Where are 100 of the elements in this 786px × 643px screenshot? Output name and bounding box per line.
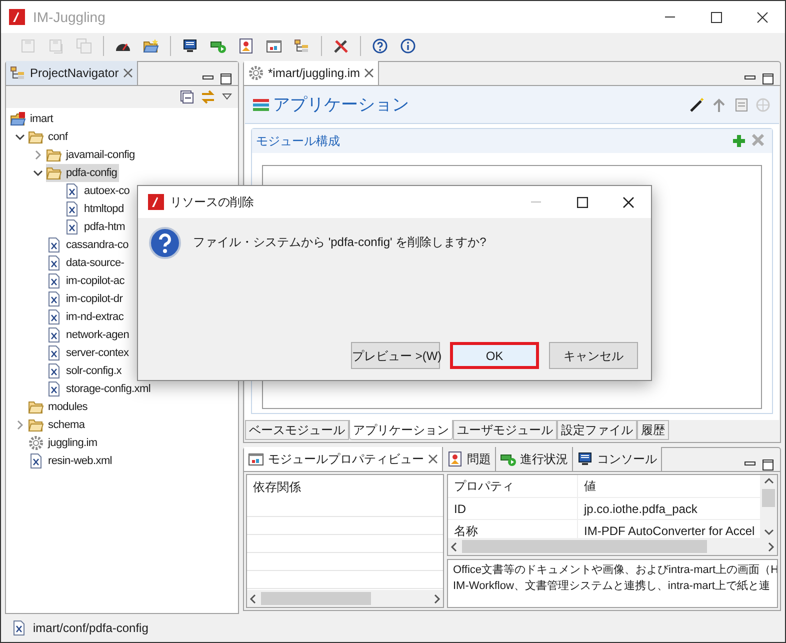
window-icon <box>266 38 282 54</box>
tree-item[interactable]: modules <box>28 398 90 416</box>
gear-icon <box>28 435 44 451</box>
maximize-icon[interactable] <box>220 73 232 85</box>
tree-item[interactable]: pdfa-htm <box>64 218 128 236</box>
close-icon[interactable] <box>428 454 438 464</box>
editor-page-tab[interactable]: ユーザモジュール <box>453 420 557 440</box>
close-icon[interactable] <box>364 68 374 78</box>
chevron-right-icon[interactable] <box>35 150 41 160</box>
tree-item[interactable]: data-source- <box>46 254 126 272</box>
tree-item[interactable]: cassandra-co <box>46 236 130 254</box>
close-icon <box>622 196 634 208</box>
monitor-icon <box>577 451 593 467</box>
question-icon <box>149 227 181 259</box>
tree-item[interactable]: solr-config.x <box>46 362 124 380</box>
arrow-up-icon[interactable] <box>711 96 727 112</box>
tree-item[interactable]: htmltopd <box>64 200 126 218</box>
hierarchy-icon <box>10 65 26 81</box>
xml-file-icon <box>46 291 62 307</box>
horizontal-scrollbar[interactable] <box>247 590 443 607</box>
maximize-icon[interactable] <box>762 459 774 471</box>
section-title: モジュール構成 <box>256 133 340 150</box>
minimize-icon <box>665 16 675 18</box>
collapse-all-icon[interactable] <box>180 90 194 104</box>
editor-page-tab[interactable]: ベースモジュール <box>245 420 349 440</box>
report-icon <box>238 38 254 54</box>
dialog-button[interactable]: キャンセル <box>549 342 638 369</box>
folder-icon <box>28 417 44 433</box>
help-icon <box>372 38 388 54</box>
view-tab[interactable]: モジュールプロパティビュー <box>244 447 443 471</box>
tree-item[interactable]: imart <box>10 110 55 128</box>
view-menu-icon[interactable] <box>222 93 232 101</box>
status-path: imart/conf/pdfa-config <box>33 620 148 637</box>
tree-item[interactable]: juggling.im <box>28 434 100 452</box>
navigator-tab[interactable]: ProjectNavigator <box>6 61 138 85</box>
xml-file-icon <box>46 345 62 361</box>
editor-page-tab[interactable]: 設定ファイル <box>557 420 637 440</box>
chevron-up-icon <box>764 477 774 485</box>
xml-file-icon <box>46 363 62 379</box>
folder-icon <box>28 129 44 145</box>
tree-item[interactable]: autoex-co <box>64 182 132 200</box>
tree-item[interactable]: im-copilot-ac <box>46 272 126 290</box>
tree-item[interactable]: conf <box>28 128 70 146</box>
floppy-icon <box>20 38 36 54</box>
folder-icon <box>46 165 62 181</box>
chevron-down-icon <box>764 528 774 536</box>
column-header: 依存関係 <box>252 479 302 496</box>
xml-file-icon <box>46 255 62 271</box>
tree-item[interactable]: server-contex <box>46 344 131 362</box>
tree-item[interactable]: resin-web.xml <box>28 452 114 470</box>
folder-icon <box>143 38 159 54</box>
tree-item[interactable]: im-nd-extrac <box>46 308 126 326</box>
project-folder-icon <box>10 111 26 127</box>
table-cell: ID <box>448 497 578 519</box>
chevron-right-icon <box>767 542 775 552</box>
xml-file-icon <box>11 620 27 636</box>
view-tab[interactable]: 問題 <box>443 447 496 471</box>
folder-icon <box>28 399 44 415</box>
app-logo-icon <box>148 194 164 210</box>
view-tab[interactable]: 進行状況 <box>496 447 573 471</box>
tree-item[interactable]: pdfa-config <box>46 164 120 182</box>
document-icon[interactable] <box>733 96 749 112</box>
editor-tab[interactable]: *imart/juggling.im <box>244 61 380 85</box>
magic-wand-icon[interactable] <box>689 96 705 112</box>
xml-file-icon <box>46 237 62 253</box>
description-text: IM-Workflow、文書管理システムと連携し、intra-mart上で紙と連 <box>453 578 770 594</box>
chevron-right-icon[interactable] <box>17 420 23 430</box>
floppy-icon <box>48 38 64 54</box>
editor-page-tab[interactable]: 履歴 <box>637 420 669 440</box>
info-icon <box>400 38 416 54</box>
stacked-bars-icon <box>253 98 269 112</box>
view-tab[interactable]: コンソール <box>573 447 662 471</box>
hierarchy-icon <box>294 38 310 54</box>
xml-file-icon <box>64 201 80 217</box>
tree-item[interactable]: im-copilot-dr <box>46 290 125 308</box>
xml-file-icon <box>46 273 62 289</box>
chevron-right-icon <box>433 594 441 604</box>
chevron-down-icon[interactable] <box>15 134 25 140</box>
vertical-scrollbar[interactable] <box>760 475 777 538</box>
tree-item[interactable]: storage-config.xml <box>46 380 152 398</box>
chevron-left-icon <box>249 594 257 604</box>
maximize-icon[interactable] <box>762 73 774 85</box>
xml-file-icon <box>28 453 44 469</box>
editor-page-tab[interactable]: アプリケーション <box>349 420 453 440</box>
tree-item[interactable]: javamail-config <box>46 146 137 164</box>
tree-item[interactable]: network-agen <box>46 326 132 344</box>
plus-icon[interactable] <box>732 134 746 148</box>
dialog-title: リソースの削除 <box>170 194 254 211</box>
horizontal-scrollbar[interactable] <box>448 538 777 555</box>
gear-icon <box>248 65 264 81</box>
chevron-down-icon[interactable] <box>33 170 43 176</box>
xml-file-icon <box>46 309 62 325</box>
dialog-button[interactable]: OK <box>450 342 539 369</box>
dialog-button[interactable]: プレビュー >(W) <box>351 342 440 369</box>
app-logo-icon <box>9 9 25 25</box>
tree-item[interactable]: schema <box>28 416 87 434</box>
xml-file-icon <box>46 327 62 343</box>
maximize-icon <box>710 12 722 22</box>
close-icon[interactable] <box>122 68 133 78</box>
chevron-left-icon <box>450 542 458 552</box>
